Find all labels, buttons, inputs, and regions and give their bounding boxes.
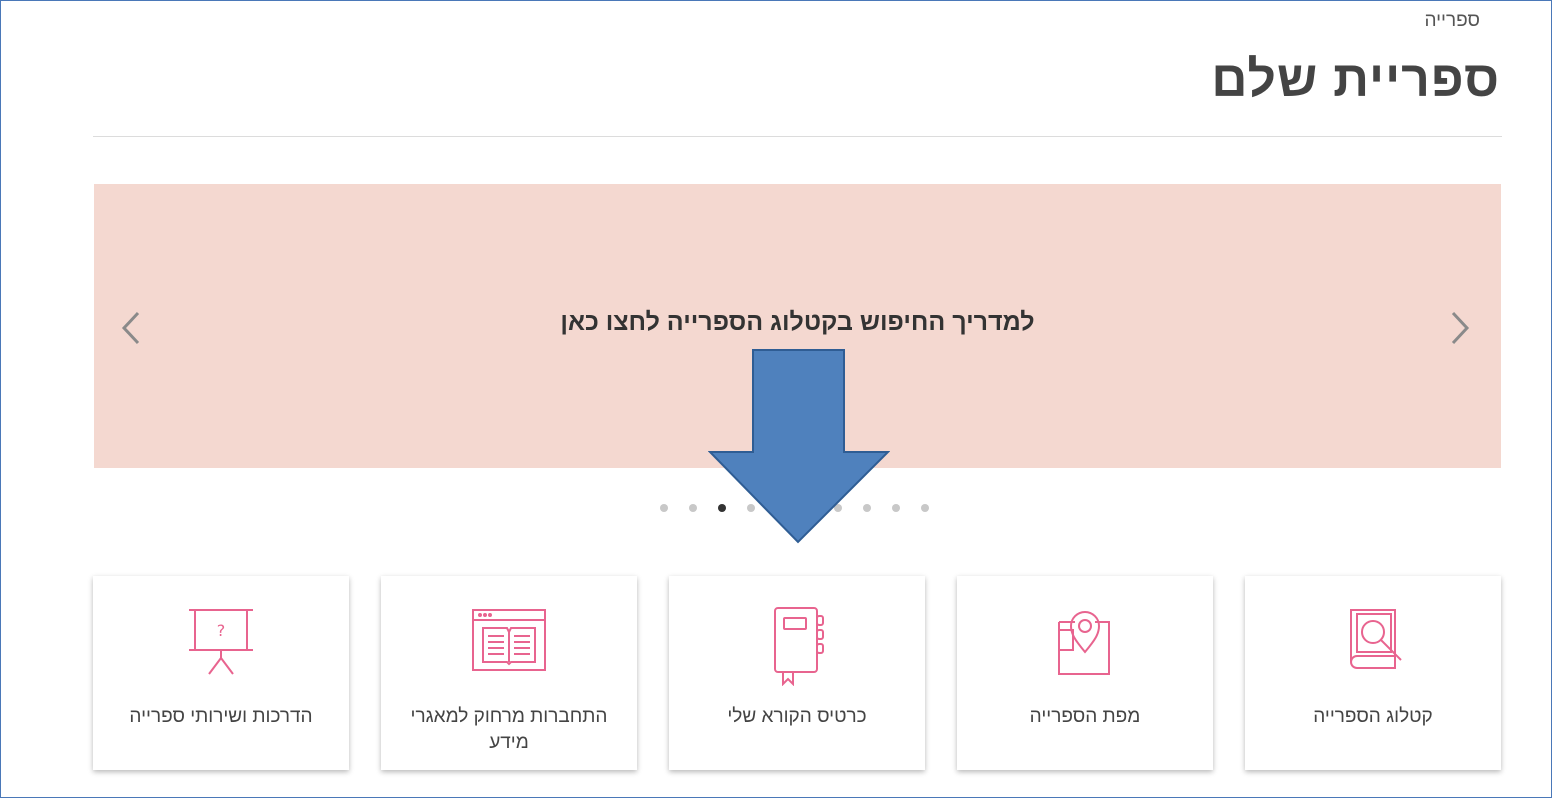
tile-label: כרטיס הקורא שלי [727,706,867,727]
carousel-next-button[interactable] [1449,309,1471,352]
carousel-dot[interactable] [660,504,668,512]
browser-book-icon [381,606,637,676]
book-search-icon [1245,606,1501,676]
breadcrumb[interactable]: ספרייה [1424,10,1480,32]
chevron-right-icon [1451,311,1470,345]
carousel-prev-button[interactable] [120,309,142,352]
tile-training-services[interactable]: ? הדרכות ושירותי ספרייה [93,576,349,770]
notebook-icon [669,606,925,686]
tile-label: קטלוג הספרייה [1313,706,1433,727]
tile-remote-access[interactable]: התחברות מרחוק למאגרי מידע [381,576,637,770]
tile-label: הדרכות ושירותי ספרייה [129,706,313,727]
carousel-dot[interactable] [892,504,900,512]
annotation-down-arrow-icon [708,349,890,544]
tile-library-catalog[interactable]: קטלוג הספרייה [1245,576,1501,770]
chevron-left-icon [121,311,140,345]
map-pin-icon [957,606,1213,676]
tile-library-map[interactable]: מפת הספרייה [957,576,1213,770]
banner-link-text[interactable]: למדריך החיפוש בקטלוג הספרייה לחצו כאן [94,308,1501,337]
carousel-dot[interactable] [921,504,929,512]
presentation-board-icon: ? [93,606,349,676]
tile-reader-card[interactable]: כרטיס הקורא שלי [669,576,925,770]
tile-label: התחברות מרחוק למאגרי מידע [410,706,608,753]
page-title: ספריית שלם [1211,51,1500,107]
svg-text:?: ? [217,621,226,640]
tile-label: מפת הספרייה [1029,706,1141,727]
carousel-dot[interactable] [689,504,697,512]
divider [93,136,1502,137]
